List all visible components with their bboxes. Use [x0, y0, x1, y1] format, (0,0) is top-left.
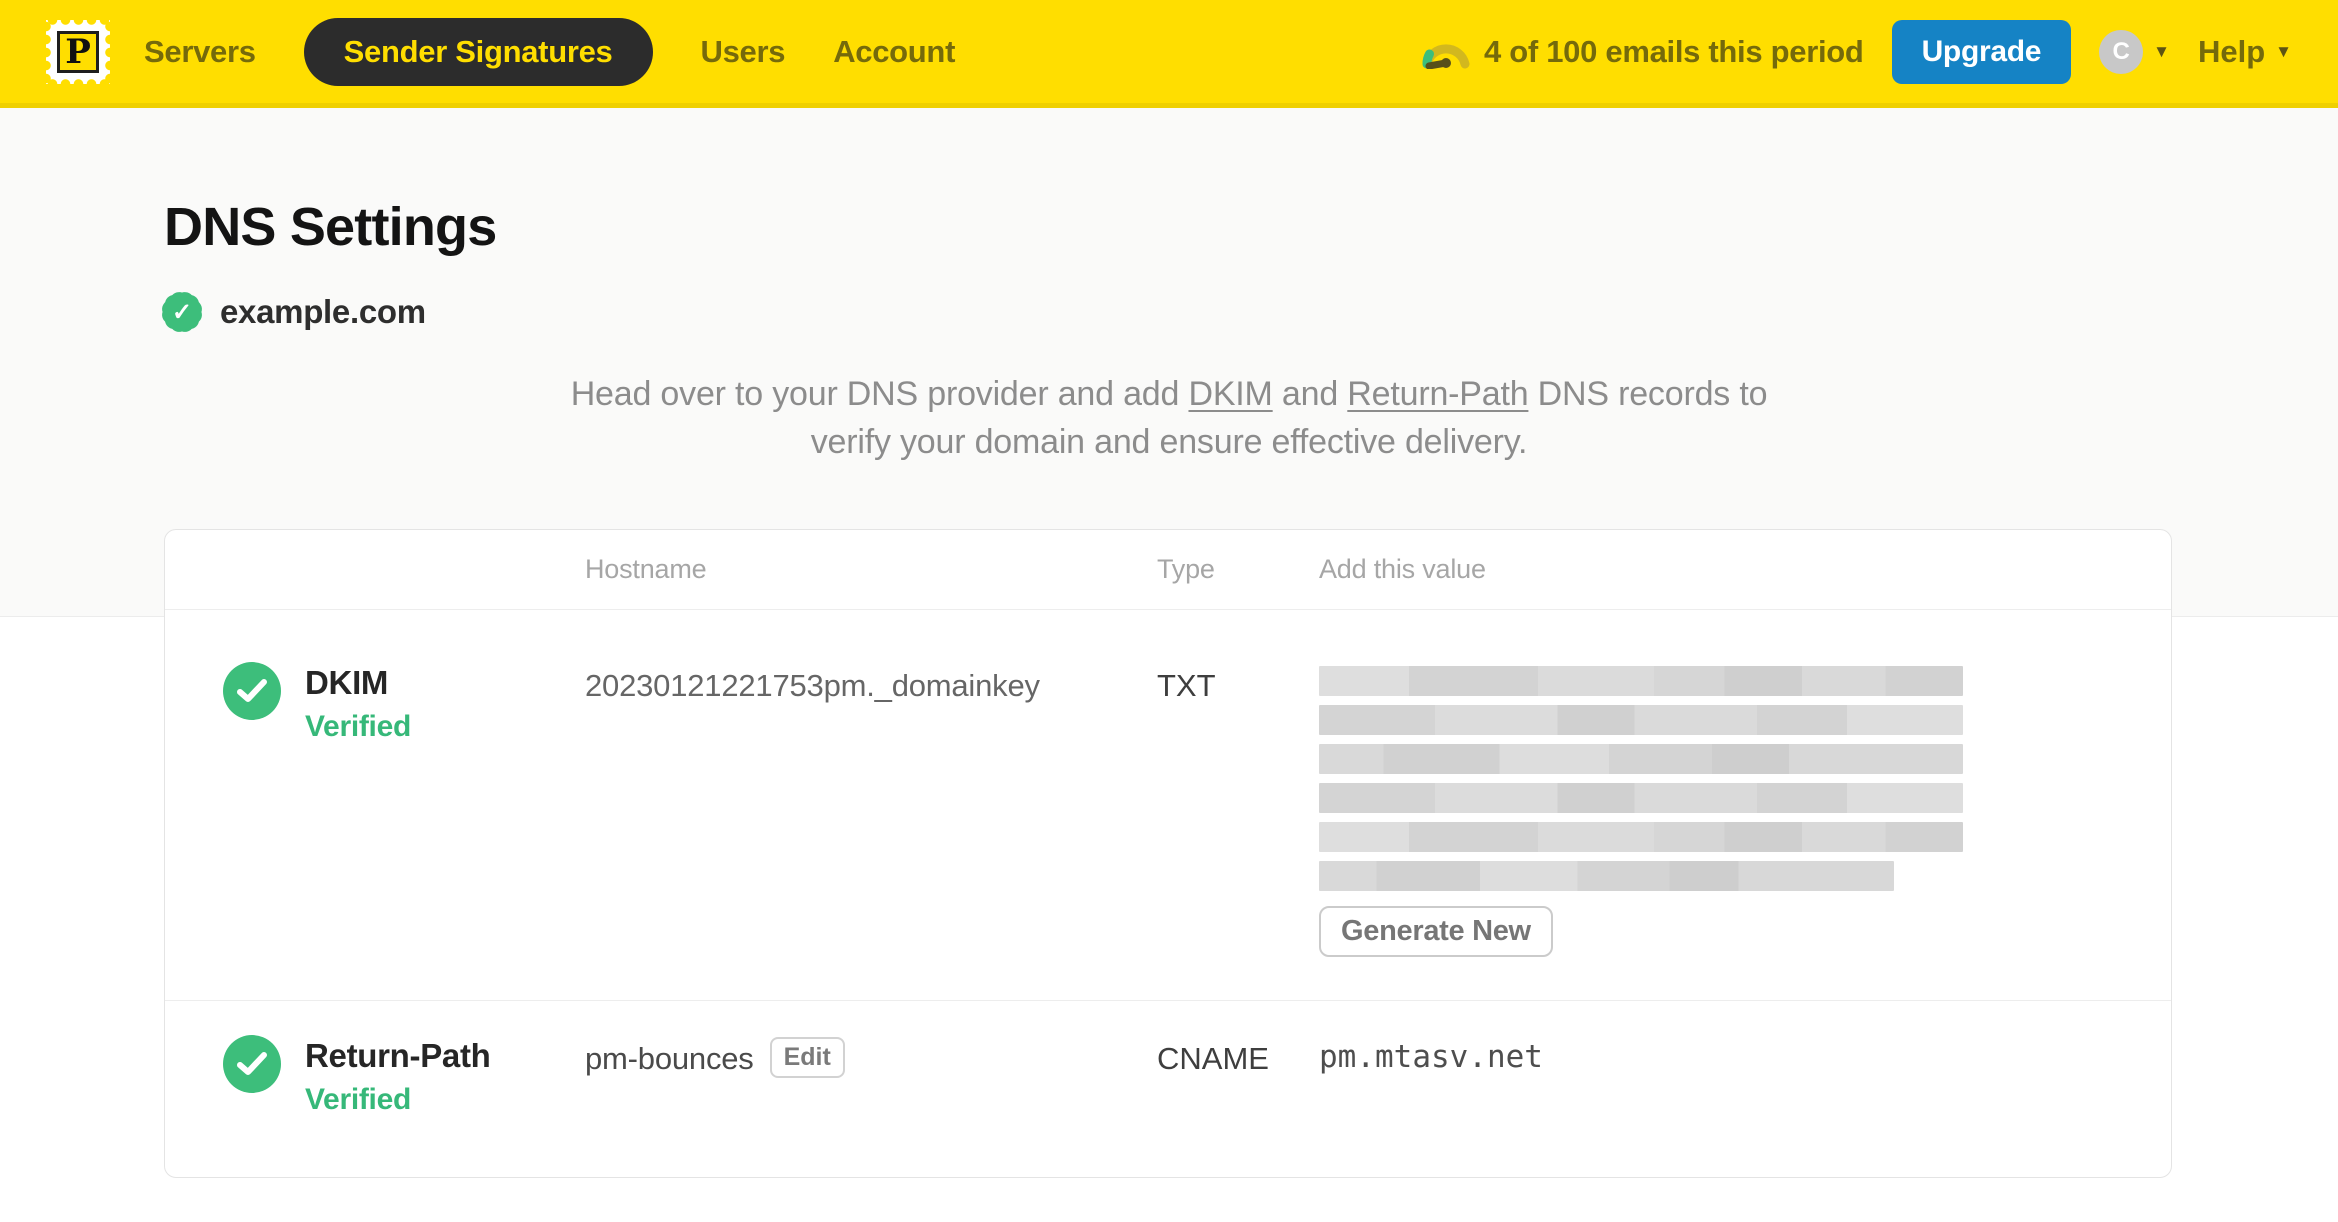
- help-menu[interactable]: Help ▼: [2198, 34, 2292, 70]
- generate-new-button[interactable]: Generate New: [1319, 905, 1553, 957]
- navbar-right-group: 4 of 100 emails this period Upgrade C ▼ …: [1422, 19, 2292, 84]
- return-path-label-cell: Return-Path Verified: [165, 1034, 585, 1177]
- record-name: Return-Path: [305, 1036, 491, 1074]
- redacted-line: [1319, 860, 1894, 891]
- redacted-line: [1319, 743, 1963, 774]
- domain-name: example.com: [220, 293, 426, 330]
- table-header-row: Hostname Type Add this value: [165, 530, 2171, 610]
- nav-item-sender-signatures[interactable]: Sender Signatures: [303, 17, 653, 86]
- page-title: DNS Settings: [164, 197, 497, 257]
- postmark-logo[interactable]: P: [46, 19, 110, 84]
- status-badge: Verified: [305, 1082, 411, 1116]
- intro-text: Head over to your DNS provider and add D…: [539, 370, 1799, 467]
- column-header-value: Add this value: [1319, 553, 1486, 584]
- nav-item-account[interactable]: Account: [833, 34, 955, 70]
- gauge-icon: [1422, 43, 1470, 69]
- nav-item-servers[interactable]: Servers: [144, 34, 256, 70]
- return-path-hostname-cell: pm-bounces Edit: [585, 1035, 1157, 1177]
- dns-records-card: Hostname Type Add this value DKIM Verifi…: [164, 528, 2172, 1178]
- main-content: DNS Settings ✓ example.com Head over to …: [0, 196, 2338, 1178]
- redacted-line: [1319, 782, 1963, 813]
- dkim-link[interactable]: DKIM: [1188, 375, 1272, 413]
- postmark-logo-letter: P: [57, 30, 99, 73]
- table-row-return-path: Return-Path Verified pm-bounces Edit CNA…: [165, 999, 2171, 1177]
- usage-counter-text: 4 of 100 emails this period: [1484, 33, 1864, 69]
- nav-item-users[interactable]: Users: [701, 34, 786, 70]
- return-path-link[interactable]: Return-Path: [1347, 375, 1528, 413]
- check-circle-icon: [223, 661, 281, 720]
- dkim-label-cell: DKIM Verified: [165, 661, 585, 1000]
- redacted-line: [1319, 665, 1963, 696]
- column-header-type: Type: [1157, 553, 1215, 584]
- chevron-down-icon: ▼: [2275, 42, 2292, 61]
- chevron-down-icon: ▼: [2153, 42, 2170, 61]
- domain-row: ✓ example.com: [158, 288, 2338, 336]
- top-navbar: P Servers Sender Signatures Users Accoun…: [0, 0, 2338, 108]
- return-path-label-group: Return-Path Verified: [305, 1035, 491, 1117]
- intro-part1: Head over to your DNS provider and add: [570, 375, 1189, 413]
- primary-nav: Servers Sender Signatures Users Account: [144, 17, 955, 86]
- redacted-dkim-value: [1319, 665, 1963, 891]
- dkim-hostname: 20230121221753pm._domainkey: [585, 667, 1040, 703]
- check-circle-icon: [223, 1034, 281, 1093]
- help-label: Help: [2197, 33, 2266, 69]
- return-path-value: pm.mtasv.net: [1319, 1038, 1543, 1075]
- status-badge: Verified: [305, 709, 411, 743]
- dkim-label-group: DKIM Verified: [305, 662, 411, 744]
- table-row-dkim: DKIM Verified 20230121221753pm._domainke…: [165, 610, 2171, 1000]
- dkim-value-cell: Generate New: [1319, 662, 2171, 1000]
- return-path-type: CNAME: [1157, 1040, 1269, 1076]
- intro-mid: and: [1272, 375, 1348, 413]
- column-header-hostname: Hostname: [585, 553, 707, 584]
- avatar: C: [2099, 29, 2144, 74]
- return-path-hostname: pm-bounces: [585, 1040, 754, 1076]
- account-menu[interactable]: C ▼: [2099, 29, 2170, 74]
- verified-seal-icon: ✓: [158, 288, 206, 336]
- upgrade-button[interactable]: Upgrade: [1891, 19, 2072, 84]
- usage-meter[interactable]: 4 of 100 emails this period: [1422, 34, 1864, 70]
- record-name: DKIM: [305, 663, 389, 701]
- redacted-line: [1319, 704, 1963, 735]
- edit-button[interactable]: Edit: [769, 1036, 845, 1078]
- redacted-line: [1319, 821, 1963, 852]
- dkim-type: TXT: [1157, 667, 1216, 703]
